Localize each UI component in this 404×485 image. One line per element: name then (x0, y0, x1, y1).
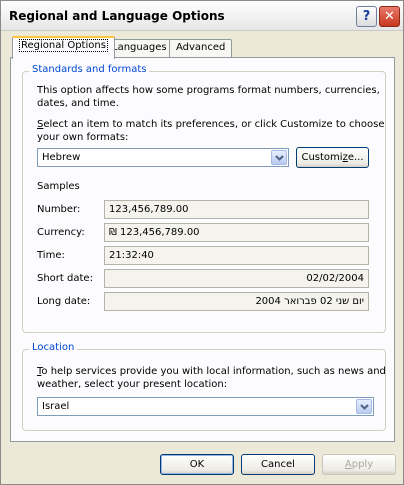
location-legend: Location (29, 342, 78, 353)
standards-description-line2: dates, and time. (37, 98, 119, 109)
currency-sample: ₪ 123,456,789.00 (104, 223, 369, 242)
select-instruction-line2: your own formats: (37, 132, 129, 143)
customize-button[interactable]: Customize... (296, 147, 369, 168)
tab-label: Advanced (176, 42, 226, 53)
ok-button-label: OK (189, 459, 205, 470)
time-label: Time: (37, 250, 65, 261)
apply-button-label: Apply (344, 459, 374, 470)
tab-panel: Standards and formats This option affect… (10, 57, 395, 442)
help-icon: ? (362, 9, 371, 24)
close-button[interactable]: ✕ (379, 6, 400, 27)
dialog-window: Regional and Language Options ? ✕ Region… (0, 0, 404, 485)
ok-button[interactable]: OK (160, 454, 234, 475)
window-title: Regional and Language Options (9, 9, 225, 23)
cancel-button[interactable]: Cancel (241, 454, 315, 475)
location-select-value: Israel (42, 401, 70, 412)
long-date-label: Long date: (37, 296, 91, 307)
time-sample: 21:32:40 (104, 246, 369, 265)
tab-languages[interactable]: Languages (105, 39, 174, 59)
cancel-button-label: Cancel (261, 459, 295, 470)
number-label: Number: (37, 204, 81, 215)
location-description-line2: weather, select your present location: (37, 379, 228, 390)
customize-button-label: Customize... (301, 152, 364, 163)
apply-button[interactable]: Apply (322, 454, 396, 475)
close-icon: ✕ (384, 9, 395, 24)
title-bar: Regional and Language Options ? ✕ (1, 1, 403, 31)
help-button[interactable]: ? (356, 6, 377, 27)
short-date-label: Short date: (37, 273, 93, 284)
number-sample: 123,456,789.00 (104, 200, 369, 219)
chevron-down-icon[interactable] (356, 399, 372, 414)
format-select[interactable]: Hebrew (37, 148, 289, 167)
select-instruction-line1: Select an item to match its preferences,… (37, 119, 385, 130)
standards-legend: Standards and formats (29, 64, 150, 75)
location-group: Location To help services provide you wi… (22, 342, 386, 431)
standards-group: Standards and formats This option affect… (22, 64, 386, 333)
standards-description-line1: This option affects how some programs fo… (37, 85, 380, 96)
tab-regional-options[interactable]: Regional Options (12, 36, 115, 59)
format-select-value: Hebrew (42, 152, 81, 163)
tab-label: Regional Options (19, 39, 108, 52)
long-date-sample: יום שני 02 פברואר 2004 (104, 292, 369, 311)
currency-label: Currency: (37, 227, 85, 238)
location-description-line1: To help services provide you with local … (37, 366, 386, 377)
short-date-sample: 02/02/2004 (104, 269, 369, 288)
samples-label: Samples (37, 181, 80, 192)
chevron-down-icon[interactable] (271, 150, 287, 165)
location-select[interactable]: Israel (37, 397, 374, 416)
tab-label: Languages (112, 42, 167, 53)
tab-advanced[interactable]: Advanced (169, 39, 233, 59)
